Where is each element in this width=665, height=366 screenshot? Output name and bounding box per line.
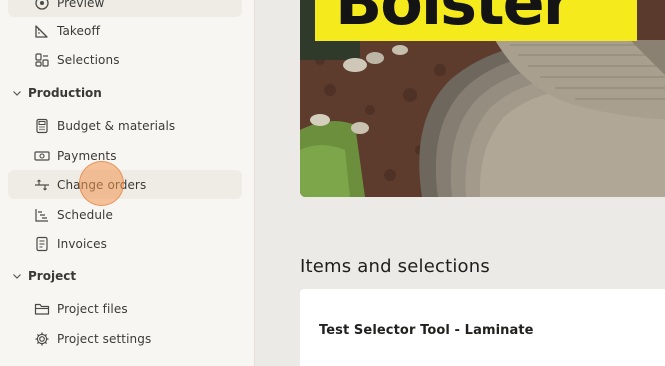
sidebar-item-change-orders[interactable]: Change orders xyxy=(8,170,242,199)
sidebar-item-project-settings[interactable]: Project settings xyxy=(8,324,242,353)
gear-icon xyxy=(34,331,50,347)
schedule-icon xyxy=(34,207,50,223)
chevron-down-icon xyxy=(13,274,21,279)
section-project[interactable]: Project xyxy=(8,262,242,290)
sidebar-item-project-files[interactable]: Project files xyxy=(8,294,242,323)
section-production[interactable]: Production xyxy=(8,79,242,107)
items-selections-heading: Items and selections xyxy=(300,256,490,277)
folder-icon xyxy=(34,301,50,317)
chevron-down-icon xyxy=(13,91,21,96)
ruler-icon xyxy=(34,23,50,39)
sidebar-item-label: Payments xyxy=(57,148,117,163)
sidebar-item-label: Budget & materials xyxy=(57,118,176,133)
sidebar-item-label: Project files xyxy=(57,301,128,316)
sidebar-item-schedule[interactable]: Schedule xyxy=(8,200,242,229)
section-label: Production xyxy=(28,86,102,100)
main-content: Bolster Items and selections Test Select… xyxy=(256,0,665,366)
sidebar-item-invoices[interactable]: Invoices xyxy=(8,229,242,258)
change-orders-icon xyxy=(34,177,50,193)
selection-item-card[interactable]: Test Selector Tool - Laminate xyxy=(300,289,665,366)
sidebar-item-payments[interactable]: Payments xyxy=(8,141,242,170)
sidebar-item-selections[interactable]: Selections xyxy=(8,45,242,74)
brand-logo-banner: Bolster xyxy=(315,0,637,41)
selection-item-title: Test Selector Tool - Laminate xyxy=(319,323,534,338)
sidebar-item-preview[interactable]: Preview xyxy=(8,0,242,17)
sidebar-item-label: Project settings xyxy=(57,331,152,346)
money-icon xyxy=(34,148,50,164)
sidebar-item-label: Schedule xyxy=(57,207,113,222)
brand-logo-text: Bolster xyxy=(335,0,573,39)
sidebar-item-budget-materials[interactable]: Budget & materials xyxy=(8,111,242,140)
selections-icon xyxy=(34,52,50,68)
sidebar-item-takeoff[interactable]: Takeoff xyxy=(8,16,242,45)
project-hero-image: Bolster xyxy=(300,0,665,197)
sidebar-item-label: Invoices xyxy=(57,236,107,251)
invoice-icon xyxy=(34,236,50,252)
sidebar-item-label: Preview xyxy=(57,0,105,10)
section-label: Project xyxy=(28,269,77,283)
sidebar-item-label: Takeoff xyxy=(57,23,101,38)
calculator-icon xyxy=(34,118,50,134)
sidebar-item-label: Change orders xyxy=(57,177,147,192)
eye-icon xyxy=(34,0,50,11)
sidebar: Preview Takeoff Selections Production Bu… xyxy=(0,0,255,366)
sidebar-item-label: Selections xyxy=(57,52,120,67)
